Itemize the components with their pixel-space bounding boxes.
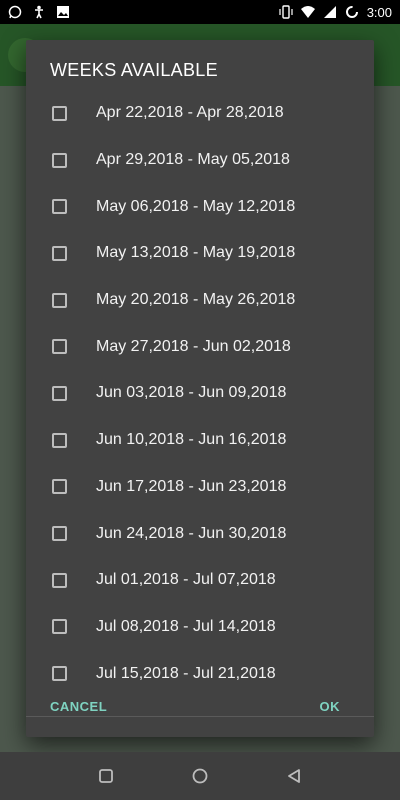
list-item[interactable]: Jul 01,2018 - Jul 07,2018 [26, 557, 374, 604]
dialog-divider [26, 716, 374, 717]
checkbox[interactable] [52, 245, 67, 261]
cancel-button[interactable]: CANCEL [50, 699, 107, 714]
list-item[interactable]: Jun 24,2018 - Jun 30,2018 [26, 510, 374, 557]
signal-icon [323, 5, 337, 19]
list-item[interactable]: Jun 17,2018 - Jun 23,2018 [26, 464, 374, 511]
list-item[interactable]: May 27,2018 - Jun 02,2018 [26, 323, 374, 370]
vibrate-icon [279, 5, 293, 19]
weeks-dialog: WEEKS AVAILABLE Apr 22,2018 - Apr 28,201… [26, 40, 374, 737]
checkbox[interactable] [52, 105, 67, 121]
recents-icon[interactable] [94, 764, 118, 788]
week-label: Jun 17,2018 - Jun 23,2018 [96, 477, 287, 495]
weeks-list[interactable]: Apr 22,2018 - Apr 28,2018 Apr 29,2018 - … [26, 90, 374, 716]
status-bar: 3:00 [0, 0, 400, 24]
checkbox[interactable] [52, 526, 67, 542]
checkbox[interactable] [52, 292, 67, 308]
checkbox[interactable] [52, 572, 67, 588]
checkbox[interactable] [52, 666, 67, 682]
list-item[interactable]: May 20,2018 - May 26,2018 [26, 277, 374, 324]
list-item[interactable]: Jul 15,2018 - Jul 21,2018 [26, 650, 374, 697]
status-time: 3:00 [366, 4, 392, 20]
home-icon[interactable] [188, 764, 212, 788]
navigation-bar [0, 752, 400, 800]
checkbox[interactable] [52, 619, 67, 635]
checkbox[interactable] [52, 479, 67, 495]
checkbox[interactable] [52, 432, 67, 448]
list-item[interactable]: May 13,2018 - May 19,2018 [26, 230, 374, 277]
list-item[interactable]: Jun 10,2018 - Jun 16,2018 [26, 417, 374, 464]
week-label: Jun 10,2018 - Jun 16,2018 [96, 431, 287, 449]
list-item[interactable]: Apr 29,2018 - May 05,2018 [26, 137, 374, 184]
back-icon[interactable] [282, 764, 306, 788]
week-label: May 20,2018 - May 26,2018 [96, 291, 296, 309]
checkbox[interactable] [52, 385, 67, 401]
accessibility-icon [32, 5, 46, 19]
week-label: Jun 03,2018 - Jun 09,2018 [96, 384, 287, 402]
week-label: Jul 15,2018 - Jul 21,2018 [96, 664, 276, 682]
list-item[interactable]: May 06,2018 - May 12,2018 [26, 183, 374, 230]
week-label: May 06,2018 - May 12,2018 [96, 197, 296, 215]
week-label: Jun 24,2018 - Jun 30,2018 [96, 524, 287, 542]
week-label: Apr 22,2018 - Apr 28,2018 [96, 104, 284, 122]
whatsapp-icon [8, 5, 22, 19]
wifi-icon [300, 5, 315, 19]
checkbox[interactable] [52, 199, 67, 215]
week-label: Jul 01,2018 - Jul 07,2018 [96, 571, 276, 589]
checkbox[interactable] [52, 339, 67, 355]
list-item[interactable]: Jul 08,2018 - Jul 14,2018 [26, 604, 374, 651]
week-label: May 27,2018 - Jun 02,2018 [96, 337, 291, 355]
ok-button[interactable]: OK [320, 699, 341, 714]
sync-icon [345, 5, 359, 19]
image-icon [56, 5, 70, 19]
list-item[interactable]: Jun 03,2018 - Jun 09,2018 [26, 370, 374, 417]
week-label: Apr 29,2018 - May 05,2018 [96, 151, 290, 169]
week-label: May 13,2018 - May 19,2018 [96, 244, 296, 262]
checkbox[interactable] [52, 152, 67, 168]
week-label: Jul 08,2018 - Jul 14,2018 [96, 617, 276, 635]
dialog-title: WEEKS AVAILABLE [50, 60, 218, 80]
list-item[interactable]: Apr 22,2018 - Apr 28,2018 [26, 90, 374, 137]
